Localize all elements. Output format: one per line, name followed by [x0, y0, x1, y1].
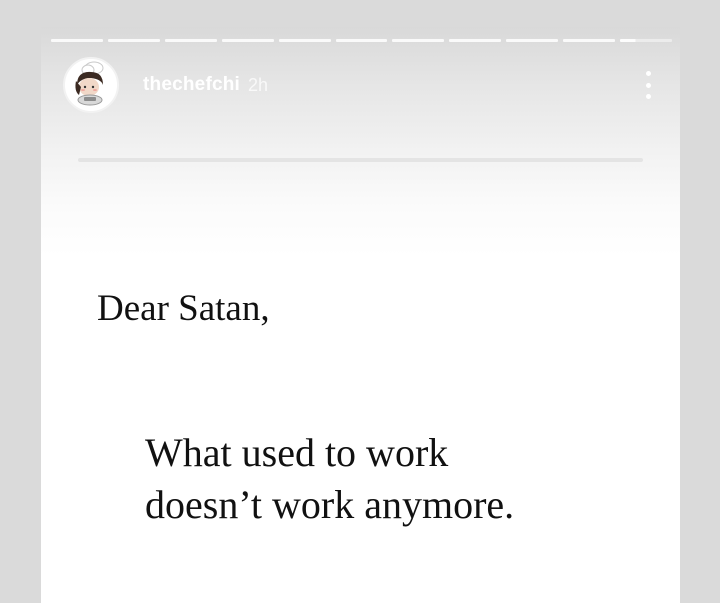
progress-segment-current [620, 39, 672, 42]
screenshot-frame: thechefchi 2h Dear Satan, What used to w… [0, 0, 720, 603]
more-dot [645, 94, 651, 99]
story-progress-bar [51, 39, 672, 42]
story-greeting-text: Dear Satan, [97, 288, 270, 329]
divider-line [78, 158, 643, 162]
story-username[interactable]: thechefchi [143, 74, 240, 96]
story-header: thechefchi 2h [63, 57, 651, 113]
progress-segment [221, 39, 274, 42]
progress-segment [164, 39, 217, 42]
story-message-text: What used to work doesn’t work anymore. [145, 427, 514, 531]
progress-segment [335, 39, 388, 42]
progress-segment [107, 39, 160, 42]
story-timestamp: 2h [248, 74, 269, 95]
progress-segment [506, 39, 559, 42]
progress-segment [51, 39, 103, 42]
avatar-illustration [65, 59, 117, 111]
story-viewer[interactable]: thechefchi 2h Dear Satan, What used to w… [41, 27, 680, 603]
more-vertical-icon[interactable] [638, 67, 658, 103]
message-line: doesn’t work anymore. [145, 482, 515, 527]
message-line: What used to work [145, 430, 449, 475]
progress-segment [563, 39, 616, 42]
progress-segment [278, 39, 331, 42]
chef-avatar-icon[interactable] [63, 57, 119, 113]
progress-segment [449, 39, 502, 42]
more-dot [645, 82, 651, 88]
more-dot [645, 71, 651, 76]
progress-segment [392, 39, 445, 42]
